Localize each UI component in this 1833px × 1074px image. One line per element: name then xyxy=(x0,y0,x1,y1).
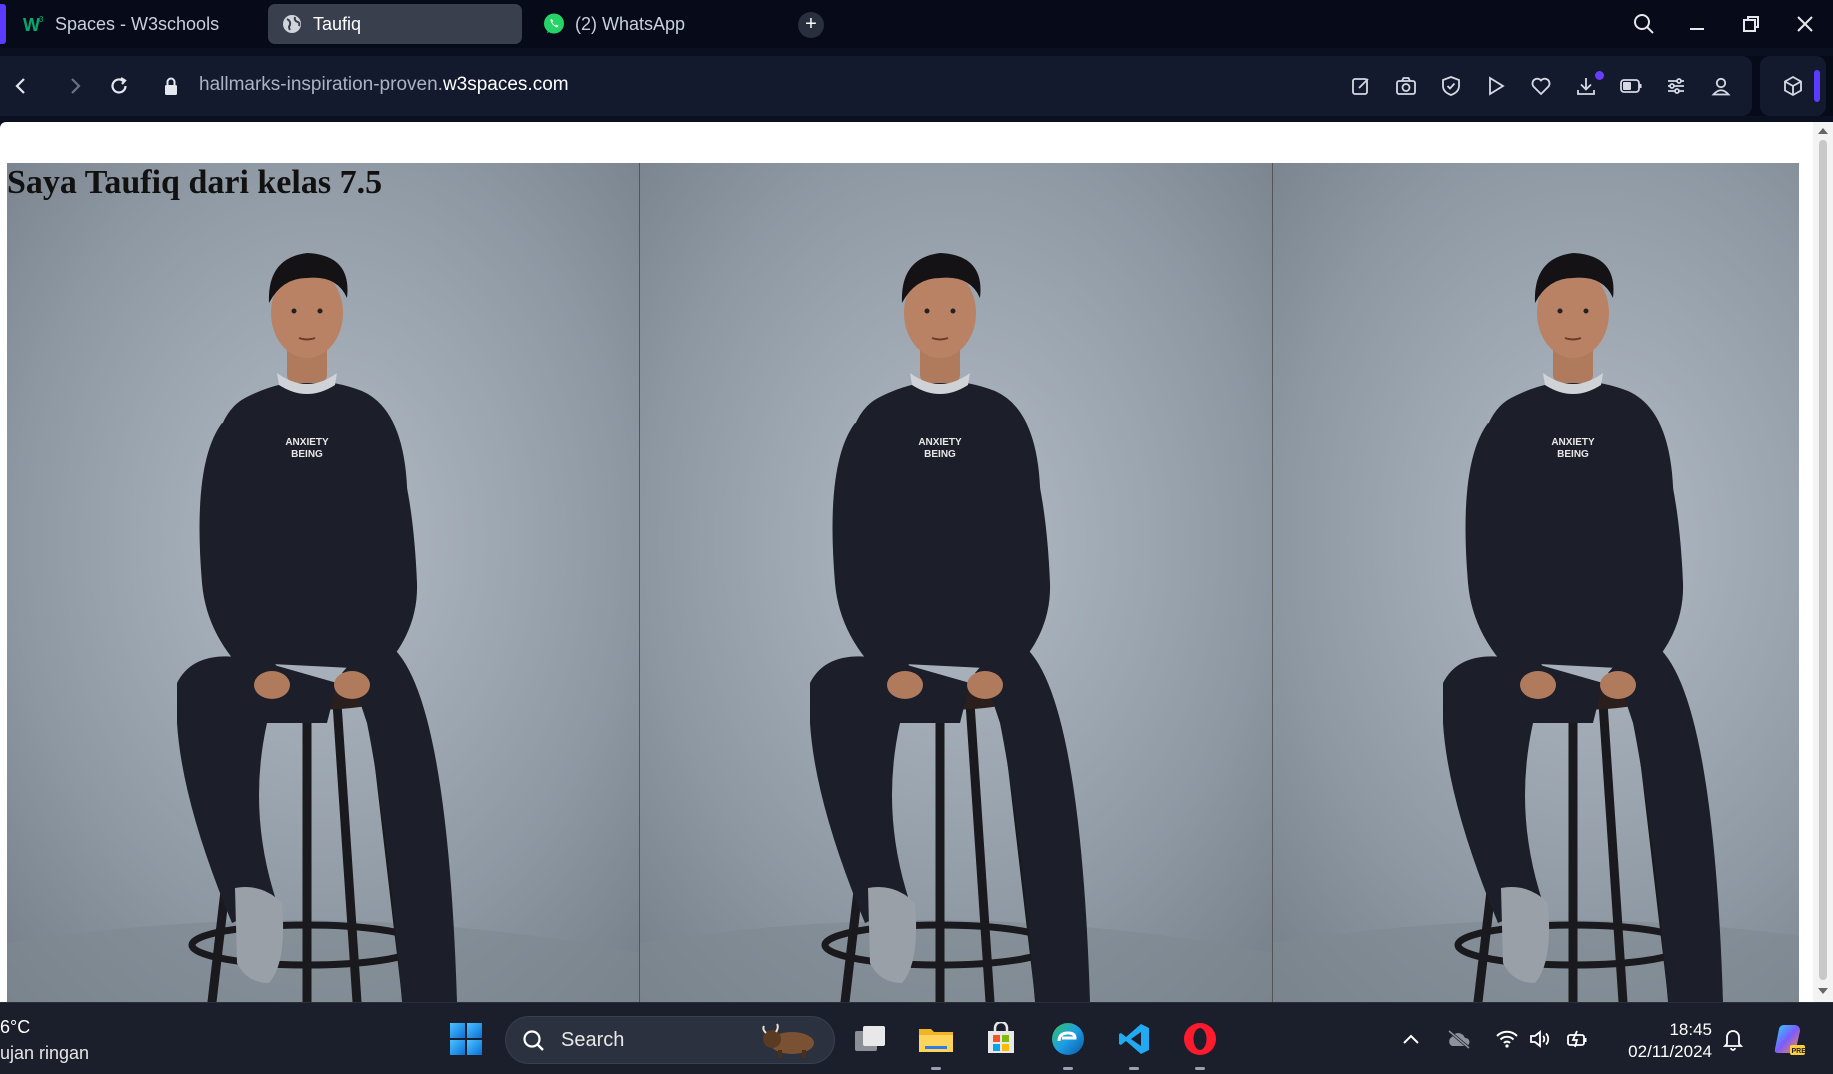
tab-label: Taufiq xyxy=(313,13,362,34)
forward-icon[interactable] xyxy=(60,71,90,101)
easy-setup-icon[interactable] xyxy=(1661,71,1691,101)
address-bar: hallmarks-inspiration-proven.w3spaces.co… xyxy=(0,56,1752,116)
svg-text:ANXIETY: ANXIETY xyxy=(1551,437,1595,448)
snapshot-edit-icon[interactable] xyxy=(1346,71,1376,101)
globe-icon xyxy=(280,12,304,36)
shield-icon[interactable] xyxy=(1436,71,1466,101)
clock-time: 18:45 xyxy=(1669,1020,1712,1039)
tab-label: Spaces - W3schools xyxy=(55,13,220,34)
svg-text:BEING: BEING xyxy=(291,449,323,460)
taskbar-clock[interactable]: 18:45 02/11/2024 xyxy=(1612,1019,1712,1063)
wifi-icon[interactable] xyxy=(1493,1025,1521,1053)
photo-1: ANXIETY BEING xyxy=(7,163,640,1002)
photo-row: ANXIETY BEING ANXIETY BEING ANXIETY BEIN… xyxy=(7,163,1799,1002)
edge-browser-icon[interactable] xyxy=(1048,1019,1088,1059)
scrollbar-thumb[interactable] xyxy=(1819,140,1827,980)
photo-2: ANXIETY BEING xyxy=(640,163,1273,1002)
running-indicator xyxy=(1195,1067,1205,1070)
lock-icon[interactable] xyxy=(156,71,186,101)
svg-text:3: 3 xyxy=(39,15,44,24)
svg-text:BEING: BEING xyxy=(1557,449,1589,460)
sidebar-accent xyxy=(0,4,6,44)
tab-strip: W3 Spaces - W3schools Taufiq (2) WhatsAp… xyxy=(0,0,1833,48)
search-tabs-icon[interactable] xyxy=(1627,8,1661,40)
opera-browser-icon[interactable] xyxy=(1180,1019,1220,1059)
play-icon[interactable] xyxy=(1481,71,1511,101)
minimize-icon[interactable] xyxy=(1680,8,1714,40)
svg-text:PRE: PRE xyxy=(1792,1048,1807,1055)
close-icon[interactable] xyxy=(1788,8,1822,40)
photo-3: ANXIETY BEING xyxy=(1273,163,1799,1002)
vscode-icon[interactable] xyxy=(1114,1019,1154,1059)
clock-date: 02/11/2024 xyxy=(1628,1042,1712,1061)
reload-icon[interactable] xyxy=(104,71,134,101)
weather-description[interactable]: ujan ringan xyxy=(0,1043,89,1064)
running-indicator xyxy=(1063,1067,1073,1070)
running-indicator xyxy=(1129,1067,1139,1070)
whatsapp-icon xyxy=(542,12,566,36)
svg-text:ANXIETY: ANXIETY xyxy=(918,437,962,448)
svg-text:W: W xyxy=(23,15,40,34)
microsoft-store-icon[interactable] xyxy=(981,1019,1021,1059)
windows-start-icon[interactable] xyxy=(446,1019,486,1059)
tab-whatsapp[interactable]: (2) WhatsApp xyxy=(530,4,780,44)
running-indicator xyxy=(931,1067,941,1070)
battery-charging-icon[interactable] xyxy=(1564,1025,1592,1053)
search-label: Search xyxy=(561,1029,625,1051)
tab-taufiq[interactable]: Taufiq xyxy=(268,4,522,44)
browser-toolbar: hallmarks-inspiration-proven.w3spaces.co… xyxy=(0,56,1833,116)
restore-icon[interactable] xyxy=(1734,8,1768,40)
camera-icon[interactable] xyxy=(1391,71,1421,101)
heart-icon[interactable] xyxy=(1526,71,1556,101)
search-icon xyxy=(523,1030,544,1051)
w3schools-icon: W3 xyxy=(22,12,46,36)
tab-w3schools[interactable]: W3 Spaces - W3schools xyxy=(10,4,260,44)
scroll-up-icon[interactable] xyxy=(1818,128,1828,134)
scroll-down-icon[interactable] xyxy=(1818,988,1828,994)
url-field[interactable]: hallmarks-inspiration-proven.w3spaces.co… xyxy=(199,74,569,96)
web-page: ANXIETY BEING ANXIETY BEING ANXIETY BEIN… xyxy=(0,122,1813,1002)
back-icon[interactable] xyxy=(6,71,36,101)
show-hidden-icons-icon[interactable] xyxy=(1397,1025,1425,1053)
extensions-cube-icon[interactable] xyxy=(1778,71,1808,101)
task-view-icon[interactable] xyxy=(851,1019,891,1059)
new-tab-button[interactable]: + xyxy=(798,12,824,38)
sidebar-toggle-accent[interactable] xyxy=(1814,70,1820,102)
copilot-icon[interactable]: PRE xyxy=(1768,1019,1808,1059)
profile-icon[interactable] xyxy=(1706,71,1736,101)
download-badge xyxy=(1595,71,1604,80)
windows-taskbar: 6°C ujan ringan Search 18:45 02/11/2024 … xyxy=(0,1002,1833,1074)
tab-label: (2) WhatsApp xyxy=(575,13,686,34)
notifications-bell-icon[interactable] xyxy=(1719,1025,1747,1053)
file-explorer-icon[interactable] xyxy=(916,1019,956,1059)
volume-icon[interactable] xyxy=(1527,1025,1555,1053)
svg-text:BEING: BEING xyxy=(924,449,956,460)
search-highlight-bison-icon xyxy=(762,1023,814,1058)
vertical-scrollbar[interactable] xyxy=(1813,122,1833,1002)
onedrive-offline-icon[interactable] xyxy=(1445,1025,1473,1053)
taskbar-search[interactable]: Search xyxy=(505,1016,835,1064)
weather-temperature[interactable]: 6°C xyxy=(0,1017,30,1038)
page-heading: Saya Taufiq dari kelas 7.5 xyxy=(7,164,383,201)
battery-saver-icon[interactable] xyxy=(1616,71,1646,101)
svg-text:ANXIETY: ANXIETY xyxy=(285,437,329,448)
